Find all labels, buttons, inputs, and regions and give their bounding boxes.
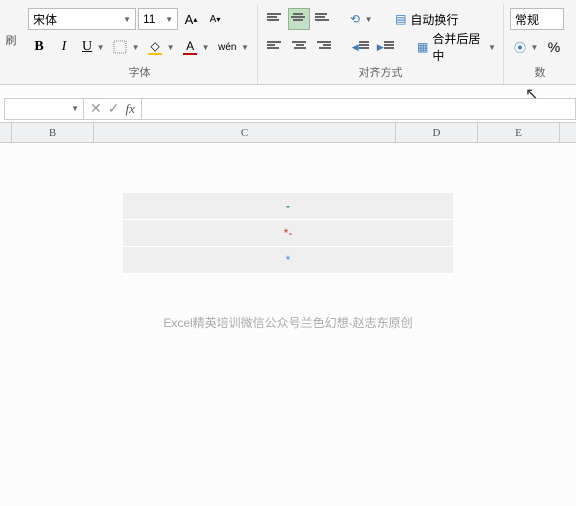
cell[interactable]: *- xyxy=(123,220,453,247)
content-area: - *- * Excel精英培训微信公众号兰色幻想-赵志东原创 xyxy=(0,143,576,331)
font-color-button[interactable]: A ▼ xyxy=(179,36,211,58)
cell[interactable]: - xyxy=(123,193,453,220)
ribbon: 刷 宋体 ▼ 11 ▼ A▴ A▾ B I U ▼ xyxy=(0,0,576,85)
formula-bar-buttons: ✕ ✓ fx xyxy=(84,98,142,120)
decrease-indent-button[interactable]: ◀ xyxy=(349,36,371,58)
col-header[interactable]: D xyxy=(396,123,478,142)
orientation-button[interactable]: ⟲ ▼ xyxy=(346,8,374,30)
align-right-button[interactable] xyxy=(314,36,336,58)
font-size-value: 11 xyxy=(143,12,155,26)
chevron-down-icon: ▼ xyxy=(529,37,539,57)
font-name-value: 宋体 xyxy=(33,11,57,28)
cursor-icon: ↖ xyxy=(525,84,538,104)
ribbon-left: 刷 xyxy=(0,4,22,84)
align-top-icon xyxy=(267,12,283,26)
merge-center-button[interactable]: ▦合并后居中 ▼ xyxy=(413,36,497,58)
merge-icon: ▦ xyxy=(417,40,428,54)
formula-input[interactable] xyxy=(142,98,576,120)
formula-bar: ▼ ✕ ✓ fx xyxy=(0,95,576,123)
align-left-icon xyxy=(267,40,283,54)
align-left-button[interactable] xyxy=(264,36,286,58)
col-header[interactable]: B xyxy=(12,123,94,142)
chevron-down-icon: ▼ xyxy=(200,37,210,57)
align-center-button[interactable] xyxy=(289,36,311,58)
align-bottom-button[interactable] xyxy=(312,8,334,30)
border-button[interactable]: ▼ xyxy=(109,36,141,58)
font-name-select[interactable]: 宋体 ▼ xyxy=(28,8,136,30)
border-icon xyxy=(110,37,130,57)
chevron-down-icon: ▼ xyxy=(165,15,173,24)
number-group: 常规 ⦿ ▼ % 数 xyxy=(504,4,576,84)
indent-left-icon: ◀ xyxy=(352,42,359,53)
col-header[interactable]: C xyxy=(94,123,396,142)
sheet-area[interactable]: - *- * Excel精英培训微信公众号兰色幻想-赵志东原创 xyxy=(0,143,576,331)
chevron-down-icon: ▼ xyxy=(123,15,131,24)
chevron-down-icon: ▼ xyxy=(71,104,79,113)
number-group-label: 数 xyxy=(510,60,570,84)
font-group-label: 字体 xyxy=(28,60,251,84)
font-size-select[interactable]: 11 ▼ xyxy=(138,8,178,30)
fill-color-button[interactable]: ◇ ▼ xyxy=(144,36,176,58)
align-right-icon xyxy=(317,40,333,54)
chevron-down-icon: ▼ xyxy=(165,37,175,57)
currency-icon: ⦿ xyxy=(511,37,529,57)
align-middle-icon xyxy=(291,12,307,26)
bold-button[interactable]: B xyxy=(28,36,50,58)
credit-text: Excel精英培训微信公众号兰色幻想-赵志东原创 xyxy=(30,314,546,331)
cell[interactable]: * xyxy=(123,247,453,274)
align-bottom-icon xyxy=(315,12,331,26)
chevron-down-icon: ▼ xyxy=(239,37,249,57)
chevron-down-icon: ▼ xyxy=(130,37,140,57)
phonetic-button[interactable]: wén ▼ xyxy=(214,36,250,58)
font-group: 宋体 ▼ 11 ▼ A▴ A▾ B I U ▼ ▼ xyxy=(22,4,258,84)
cancel-button[interactable]: ✕ xyxy=(90,100,102,117)
number-format-select[interactable]: 常规 xyxy=(510,8,564,30)
confirm-button[interactable]: ✓ xyxy=(108,100,120,117)
font-color-icon: A xyxy=(180,37,200,57)
row-header-edge xyxy=(0,123,12,142)
increase-font-button[interactable]: A▴ xyxy=(180,8,202,30)
currency-button[interactable]: ⦿ ▼ xyxy=(510,36,540,58)
name-box[interactable]: ▼ xyxy=(4,98,84,120)
decrease-font-button[interactable]: A▾ xyxy=(204,8,226,30)
bucket-icon: ◇ xyxy=(145,37,165,57)
fx-button[interactable]: fx xyxy=(125,101,134,117)
wrap-text-button[interactable]: ▤ 自动换行 xyxy=(390,8,463,30)
chevron-down-icon: ▼ xyxy=(95,37,105,57)
underline-button[interactable]: U ▼ xyxy=(78,36,106,58)
align-top-button[interactable] xyxy=(264,8,286,30)
align-middle-button[interactable] xyxy=(288,8,310,30)
chevron-down-icon: ▼ xyxy=(363,9,373,29)
wrap-icon: ▤ xyxy=(395,12,406,26)
italic-button[interactable]: I xyxy=(53,36,75,58)
alignment-group: ⟲ ▼ ▤ 自动换行 ◀ ▶ ▦合并后居中 ▼ 对齐方式 xyxy=(258,4,504,84)
align-center-icon xyxy=(292,40,308,54)
column-headers: B C D E xyxy=(0,123,576,143)
orientation-icon: ⟲ xyxy=(347,9,363,29)
percent-button[interactable]: % xyxy=(543,36,565,58)
increase-indent-button[interactable]: ▶ xyxy=(374,36,396,58)
indent-right-icon: ▶ xyxy=(377,42,384,53)
chevron-down-icon: ▼ xyxy=(487,37,496,57)
format-painter-label[interactable]: 刷 xyxy=(0,32,22,48)
col-header[interactable]: E xyxy=(478,123,560,142)
